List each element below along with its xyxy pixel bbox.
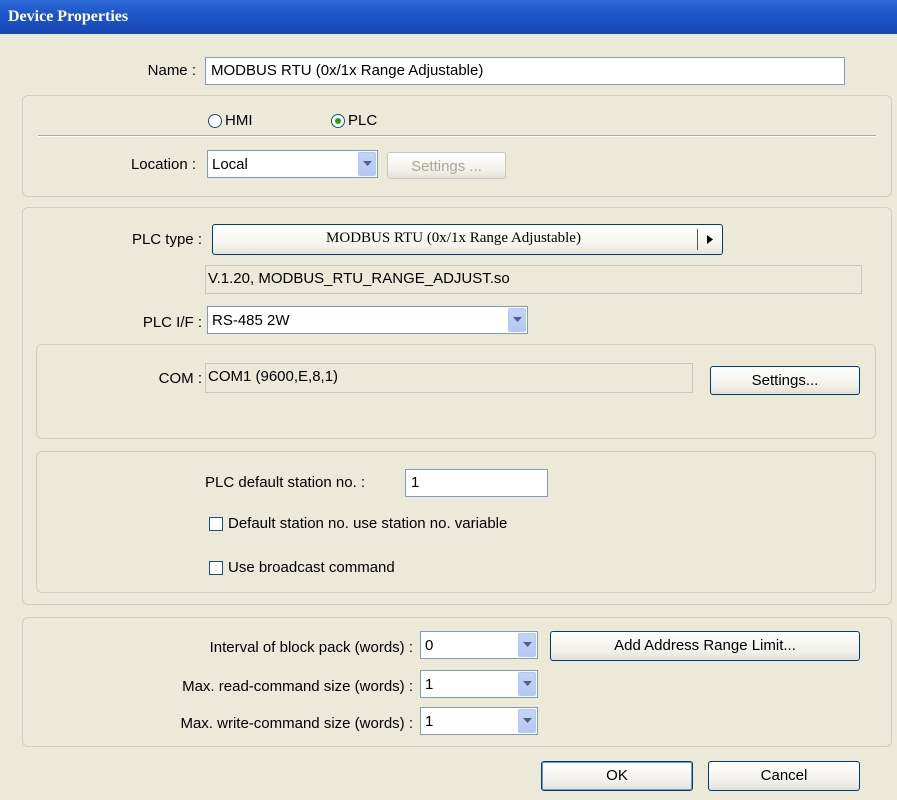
plc-type-button[interactable]: MODBUS RTU (0x/1x Range Adjustable) xyxy=(212,224,723,255)
plc-radio-label: PLC xyxy=(348,112,378,129)
radio-selected-dot xyxy=(335,118,341,124)
use-variable-checkbox[interactable] xyxy=(209,517,223,531)
name-label: Name : xyxy=(147,62,196,79)
window-title: Device Properties xyxy=(0,0,897,34)
triangle-right-icon xyxy=(707,235,713,244)
plc-type-label: PLC type : xyxy=(131,231,202,248)
interval-select[interactable]: 0 xyxy=(420,631,538,659)
read-size-label: Max. read-command size (words) : xyxy=(182,678,413,695)
plc-if-label: PLC I/F : xyxy=(142,314,202,331)
write-size-select[interactable]: 1 xyxy=(420,707,538,735)
divider xyxy=(38,135,876,137)
hmi-radio-label: HMI xyxy=(225,112,253,129)
plc-type-value: MODBUS RTU (0x/1x Range Adjustable) xyxy=(326,230,581,246)
interval-label: Interval of block pack (words) : xyxy=(209,639,413,656)
hmi-radio[interactable] xyxy=(208,114,222,128)
location-settings-button[interactable]: Settings ... xyxy=(387,152,506,179)
location-group xyxy=(22,95,892,197)
interval-select-value: 0 xyxy=(425,637,434,654)
chevron-down-icon xyxy=(518,709,536,733)
location-label: Location : xyxy=(130,156,196,173)
com-display: COM1 (9600,E,8,1) xyxy=(205,363,693,393)
plc-if-select-value: RS-485 2W xyxy=(212,312,290,329)
ok-button[interactable]: OK xyxy=(541,761,693,791)
read-size-select[interactable]: 1 xyxy=(420,670,538,698)
read-size-select-value: 1 xyxy=(425,676,434,693)
location-select-value: Local xyxy=(212,156,248,173)
station-field[interactable]: 1 xyxy=(405,469,548,497)
plc-if-select[interactable]: RS-485 2W xyxy=(207,306,528,334)
broadcast-label: Use broadcast command xyxy=(228,559,395,576)
write-size-select-value: 1 xyxy=(425,713,434,730)
plc-type-separator xyxy=(697,229,698,250)
plc-radio[interactable] xyxy=(331,114,345,128)
location-select[interactable]: Local xyxy=(207,150,378,178)
station-label: PLC default station no. : xyxy=(205,474,366,491)
cancel-button[interactable]: Cancel xyxy=(708,761,860,791)
broadcast-checkbox[interactable] xyxy=(209,561,223,575)
com-label: COM : xyxy=(158,370,202,387)
add-address-range-button[interactable]: Add Address Range Limit... xyxy=(550,631,860,661)
com-settings-button[interactable]: Settings... xyxy=(710,366,860,395)
use-variable-label: Default station no. use station no. vari… xyxy=(228,515,508,532)
write-size-label: Max. write-command size (words) : xyxy=(180,715,413,732)
name-field[interactable]: MODBUS RTU (0x/1x Range Adjustable) xyxy=(205,57,845,85)
plc-version-display: V.1.20, MODBUS_RTU_RANGE_ADJUST.so xyxy=(205,265,862,294)
chevron-down-icon xyxy=(358,152,376,176)
chevron-down-icon xyxy=(518,672,536,696)
chevron-down-icon xyxy=(518,633,536,657)
chevron-down-icon xyxy=(508,308,526,332)
